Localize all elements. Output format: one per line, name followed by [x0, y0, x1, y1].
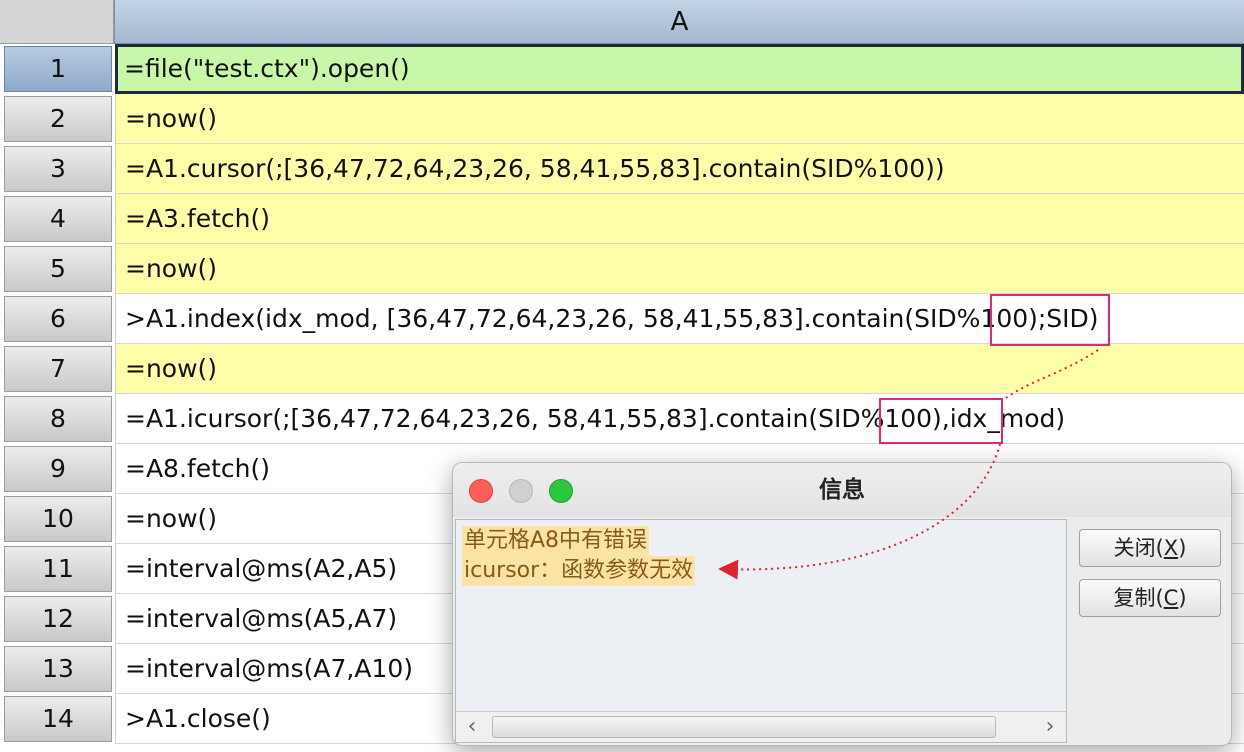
annotation-arrows — [718, 349, 1099, 580]
arrow-row8-to-message — [718, 443, 1001, 580]
arrow-row6-to-row8 — [1002, 349, 1099, 401]
